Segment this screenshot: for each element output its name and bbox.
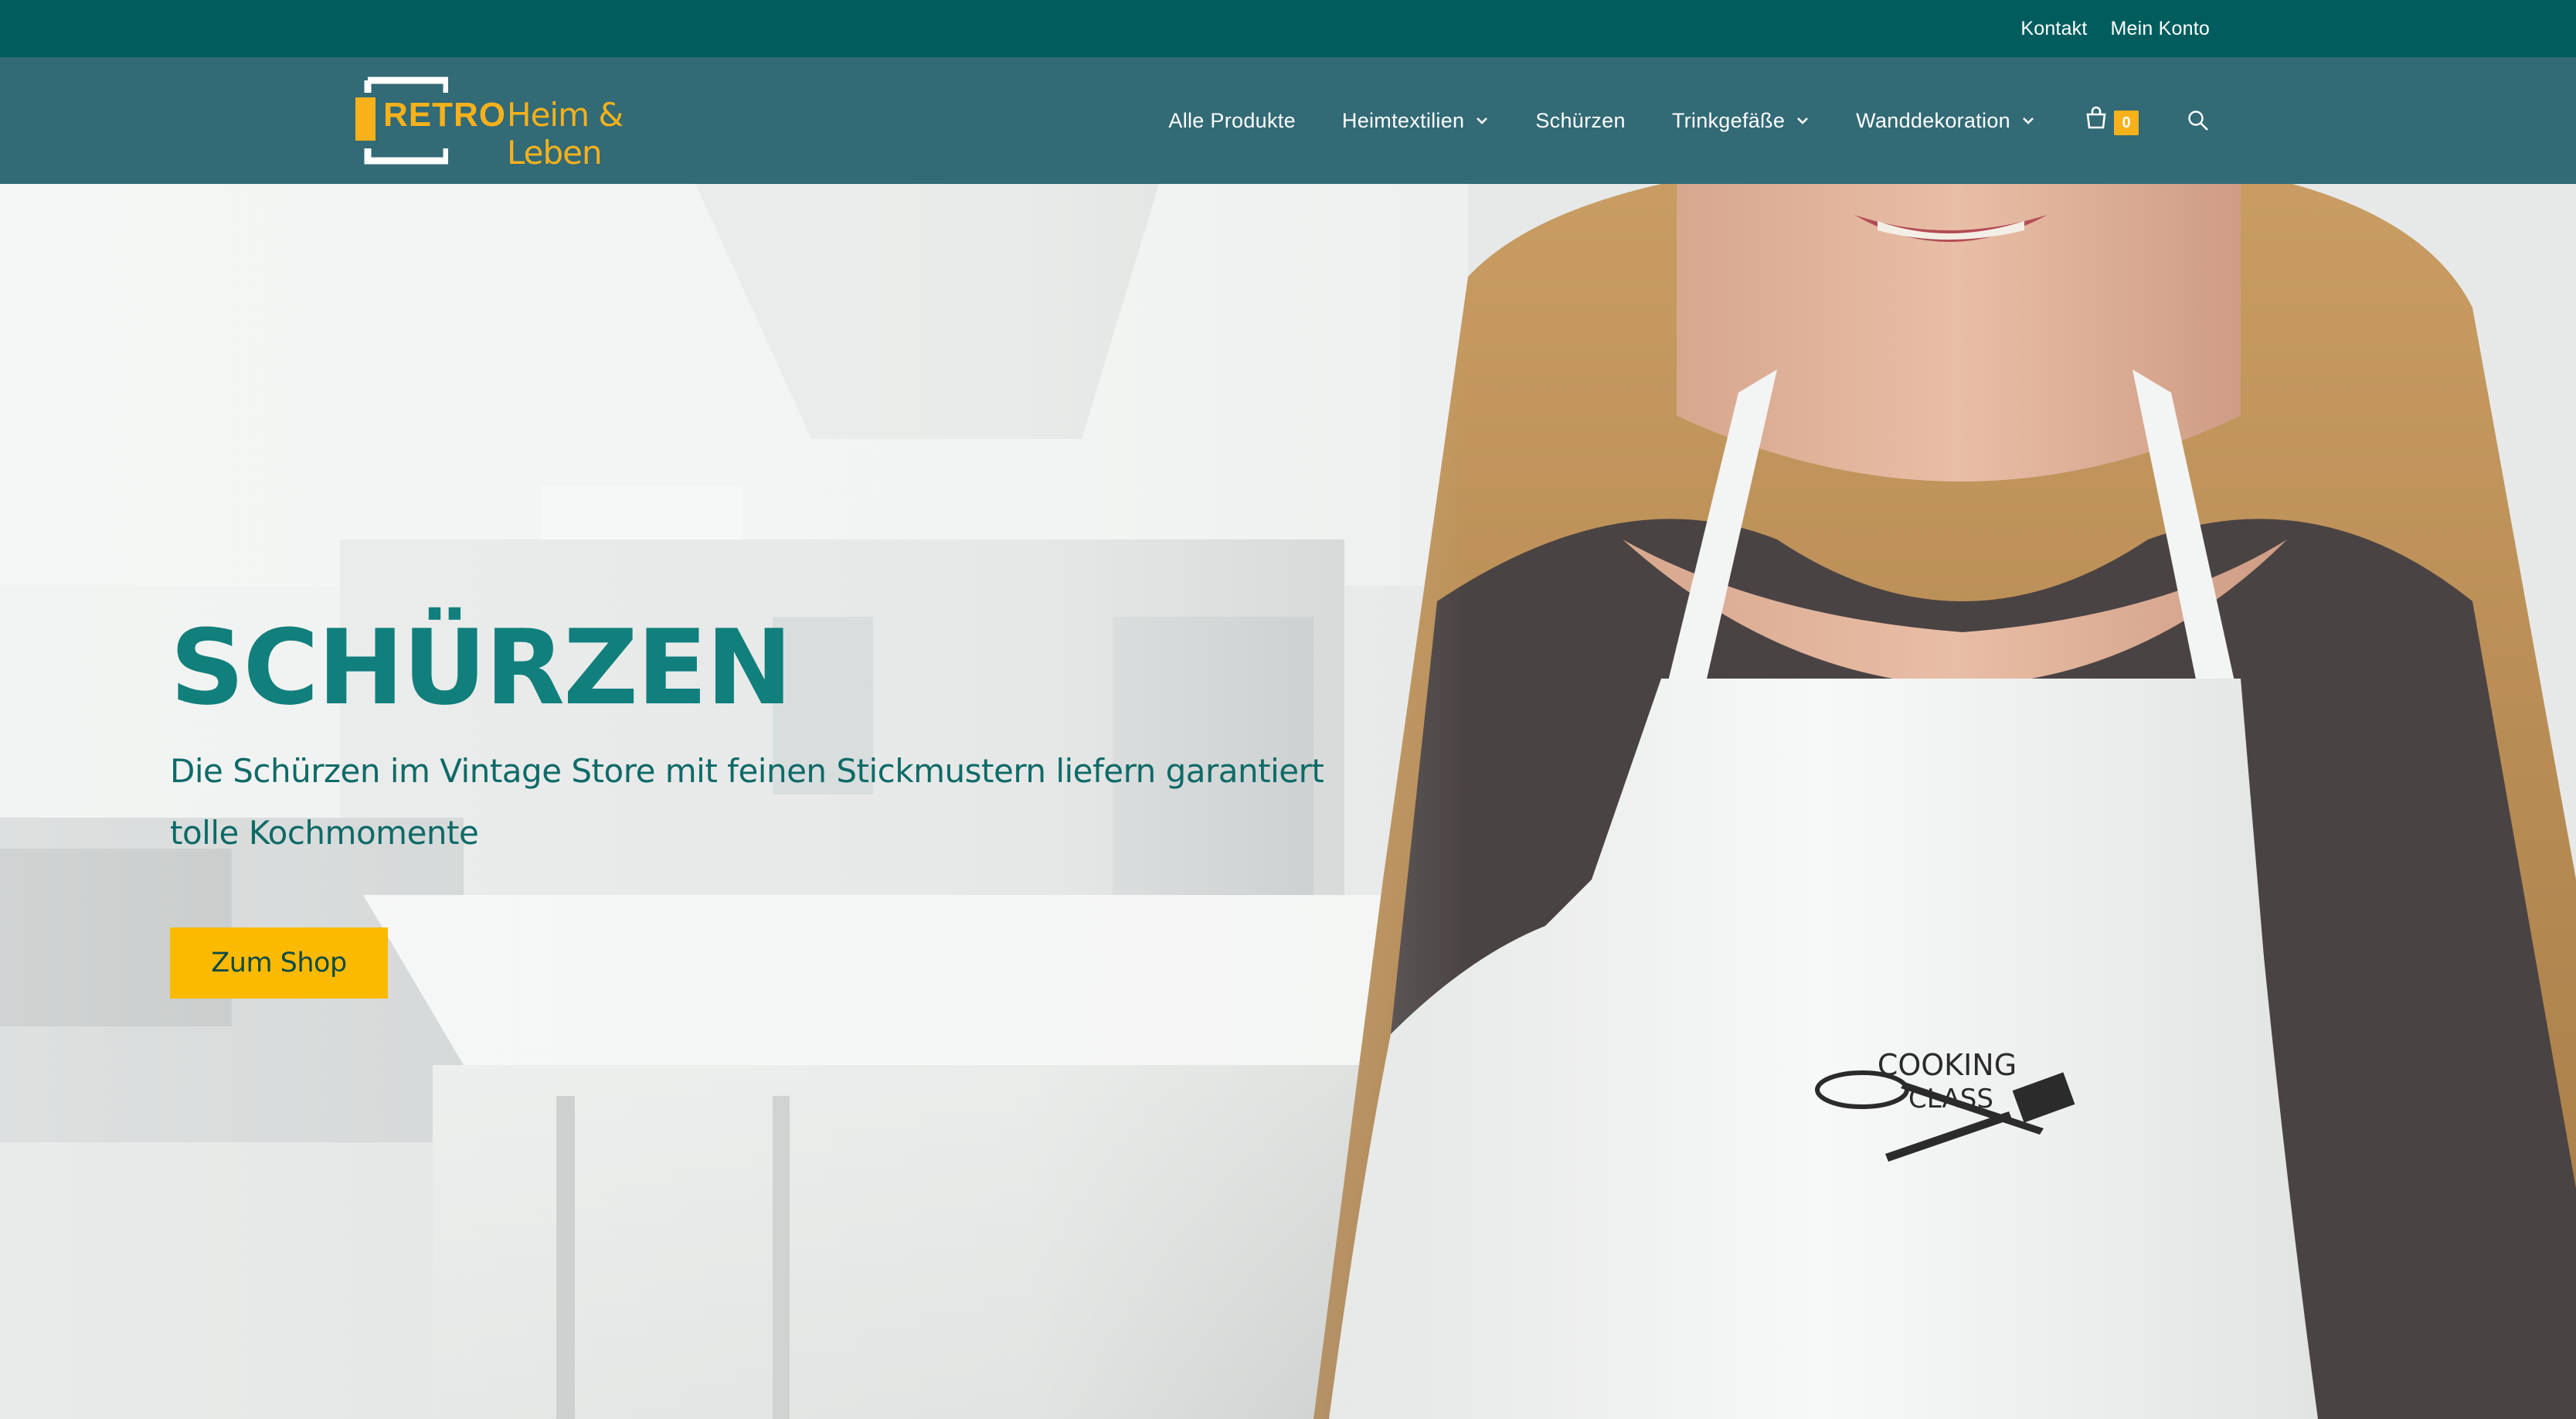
nav-item-alle-produkte[interactable]: Alle Produkte bbox=[1168, 109, 1296, 133]
nav-item-trinkgefaesse[interactable]: Trinkgefäße bbox=[1672, 109, 1810, 133]
top-bar: Kontakt Mein Konto bbox=[0, 0, 2576, 57]
chevron-down-icon bbox=[1477, 117, 1488, 124]
search-icon[interactable] bbox=[2187, 109, 2210, 132]
cart-button[interactable]: 0 bbox=[2085, 106, 2139, 135]
shopping-bag-icon bbox=[2086, 106, 2106, 129]
nav-label: Schürzen bbox=[1535, 108, 1626, 132]
top-links: Kontakt Mein Konto bbox=[2020, 0, 2210, 57]
nav-label: Wanddekoration bbox=[1856, 108, 2010, 132]
main-nav: Alle Produkte Heimtextilien Schürzen Tri… bbox=[1168, 57, 2210, 184]
nav-item-schuerzen[interactable]: Schürzen bbox=[1535, 109, 1625, 133]
logo-word-retro: RETRO bbox=[383, 96, 506, 134]
nav-item-wanddekoration[interactable]: Wanddekoration bbox=[1856, 109, 2035, 133]
cart-count-badge: 0 bbox=[2114, 111, 2139, 135]
site-logo[interactable]: RETRO Heim & Leben bbox=[355, 76, 711, 172]
my-account-link[interactable]: Mein Konto bbox=[2111, 18, 2210, 40]
chevron-down-icon bbox=[2023, 117, 2034, 124]
nav-label: Trinkgefäße bbox=[1671, 108, 1786, 132]
nav-label: Alle Produkte bbox=[1168, 108, 1296, 132]
hero-banner: COOKING CLASS SCHÜRZEN Die Schürzen im V… bbox=[0, 184, 2576, 1419]
site-header: RETRO Heim & Leben Alle Produkte Heimtex… bbox=[0, 57, 2576, 184]
hero-title: SCHÜRZEN bbox=[170, 607, 793, 728]
hero-subtitle: Die Schürzen im Vintage Store mit feinen… bbox=[170, 752, 1324, 852]
chevron-down-icon bbox=[1797, 117, 1809, 124]
apron-print-line1: COOKING bbox=[1878, 1048, 2017, 1082]
zum-shop-button[interactable]: Zum Shop bbox=[170, 927, 388, 999]
logo-word-heim-leben: Heim & Leben bbox=[507, 96, 624, 172]
nav-label: Heimtextilien bbox=[1341, 108, 1465, 132]
contact-link[interactable]: Kontakt bbox=[2020, 18, 2087, 40]
nav-item-heimtextilien[interactable]: Heimtextilien bbox=[1342, 109, 1489, 133]
